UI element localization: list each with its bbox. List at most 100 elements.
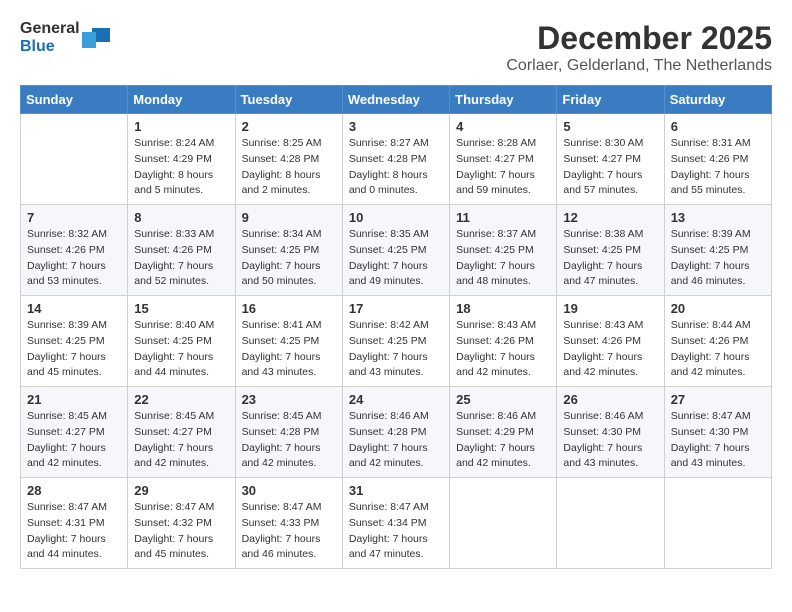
day-number: 2 xyxy=(242,119,336,134)
calendar-week-row: 14 Sunrise: 8:39 AMSunset: 4:25 PMDayligh… xyxy=(21,296,772,387)
calendar-week-row: 21 Sunrise: 8:45 AMSunset: 4:27 PMDayligh… xyxy=(21,387,772,478)
day-number: 5 xyxy=(563,119,657,134)
logo: General Blue xyxy=(20,20,110,56)
day-info: Sunrise: 8:45 AMSunset: 4:27 PMDaylight:… xyxy=(134,409,228,472)
calendar-cell: 2Sunrise: 8:25 AMSunset: 4:28 PMDaylight… xyxy=(235,114,342,205)
page-subtitle: Corlaer, Gelderland, The Netherlands xyxy=(506,57,772,75)
calendar-cell: 24 Sunrise: 8:46 AMSunset: 4:28 PMDayligh… xyxy=(342,387,449,478)
calendar-cell: 5 Sunrise: 8:30 AMSunset: 4:27 PMDaylight… xyxy=(557,114,664,205)
day-info: Sunrise: 8:28 AMSunset: 4:27 PMDaylight:… xyxy=(456,136,550,199)
calendar-cell: 3 Sunrise: 8:27 AMSunset: 4:28 PMDaylight… xyxy=(342,114,449,205)
day-info: Sunrise: 8:39 AMSunset: 4:25 PMDaylight:… xyxy=(671,227,765,290)
calendar-cell: 13 Sunrise: 8:39 AMSunset: 4:25 PMDayligh… xyxy=(664,205,771,296)
day-number: 4 xyxy=(456,119,550,134)
calendar-header-row: SundayMondayTuesdayWednesdayThursdayFrid… xyxy=(21,86,772,114)
day-info: Sunrise: 8:45 AMSunset: 4:28 PMDaylight:… xyxy=(242,409,336,472)
calendar-day-header: Tuesday xyxy=(235,86,342,114)
calendar-cell xyxy=(664,478,771,569)
calendar-cell: 21 Sunrise: 8:45 AMSunset: 4:27 PMDayligh… xyxy=(21,387,128,478)
day-number: 22 xyxy=(134,392,228,407)
day-info: Sunrise: 8:33 AMSunset: 4:26 PMDaylight:… xyxy=(134,227,228,290)
calendar-cell: 19 Sunrise: 8:43 AMSunset: 4:26 PMDayligh… xyxy=(557,296,664,387)
day-info: Sunrise: 8:38 AMSunset: 4:25 PMDaylight:… xyxy=(563,227,657,290)
day-info: Sunrise: 8:46 AMSunset: 4:28 PMDaylight:… xyxy=(349,409,443,472)
calendar-day-header: Friday xyxy=(557,86,664,114)
calendar-cell xyxy=(21,114,128,205)
day-info: Sunrise: 8:31 AMSunset: 4:26 PMDaylight:… xyxy=(671,136,765,199)
calendar-cell: 11Sunrise: 8:37 AMSunset: 4:25 PMDayligh… xyxy=(450,205,557,296)
day-number: 28 xyxy=(27,483,121,498)
calendar-week-row: 7Sunrise: 8:32 AMSunset: 4:26 PMDaylight… xyxy=(21,205,772,296)
day-info: Sunrise: 8:46 AMSunset: 4:29 PMDaylight:… xyxy=(456,409,550,472)
day-info: Sunrise: 8:27 AMSunset: 4:28 PMDaylight:… xyxy=(349,136,443,199)
day-info: Sunrise: 8:47 AMSunset: 4:31 PMDaylight:… xyxy=(27,500,121,563)
calendar-week-row: 28 Sunrise: 8:47 AMSunset: 4:31 PMDayligh… xyxy=(21,478,772,569)
day-number: 24 xyxy=(349,392,443,407)
calendar-cell: 7Sunrise: 8:32 AMSunset: 4:26 PMDaylight… xyxy=(21,205,128,296)
calendar-day-header: Thursday xyxy=(450,86,557,114)
calendar-cell: 12 Sunrise: 8:38 AMSunset: 4:25 PMDayligh… xyxy=(557,205,664,296)
day-number: 21 xyxy=(27,392,121,407)
calendar-cell: 6 Sunrise: 8:31 AMSunset: 4:26 PMDaylight… xyxy=(664,114,771,205)
calendar-cell: 15Sunrise: 8:40 AMSunset: 4:25 PMDayligh… xyxy=(128,296,235,387)
calendar-cell: 31Sunrise: 8:47 AMSunset: 4:34 PMDayligh… xyxy=(342,478,449,569)
day-number: 9 xyxy=(242,210,336,225)
day-number: 13 xyxy=(671,210,765,225)
day-info: Sunrise: 8:41 AMSunset: 4:25 PMDaylight:… xyxy=(242,318,336,381)
calendar-table: SundayMondayTuesdayWednesdayThursdayFrid… xyxy=(20,85,772,569)
day-number: 16 xyxy=(242,301,336,316)
calendar-cell: 1 Sunrise: 8:24 AMSunset: 4:29 PMDaylight… xyxy=(128,114,235,205)
logo-icon xyxy=(82,24,110,52)
calendar-week-row: 1 Sunrise: 8:24 AMSunset: 4:29 PMDaylight… xyxy=(21,114,772,205)
day-info: Sunrise: 8:43 AMSunset: 4:26 PMDaylight:… xyxy=(456,318,550,381)
day-number: 6 xyxy=(671,119,765,134)
day-info: Sunrise: 8:30 AMSunset: 4:27 PMDaylight:… xyxy=(563,136,657,199)
day-number: 14 xyxy=(27,301,121,316)
calendar-cell: 9Sunrise: 8:34 AMSunset: 4:25 PMDaylight… xyxy=(235,205,342,296)
day-number: 19 xyxy=(563,301,657,316)
day-number: 17 xyxy=(349,301,443,316)
calendar-cell: 17Sunrise: 8:42 AMSunset: 4:25 PMDayligh… xyxy=(342,296,449,387)
day-number: 8 xyxy=(134,210,228,225)
calendar-cell: 16 Sunrise: 8:41 AMSunset: 4:25 PMDayligh… xyxy=(235,296,342,387)
calendar-cell: 26Sunrise: 8:46 AMSunset: 4:30 PMDayligh… xyxy=(557,387,664,478)
calendar-cell: 23Sunrise: 8:45 AMSunset: 4:28 PMDayligh… xyxy=(235,387,342,478)
day-number: 18 xyxy=(456,301,550,316)
day-number: 20 xyxy=(671,301,765,316)
day-info: Sunrise: 8:37 AMSunset: 4:25 PMDaylight:… xyxy=(456,227,550,290)
calendar-cell: 8 Sunrise: 8:33 AMSunset: 4:26 PMDaylight… xyxy=(128,205,235,296)
page-title: December 2025 xyxy=(506,20,772,57)
day-number: 1 xyxy=(134,119,228,134)
day-number: 3 xyxy=(349,119,443,134)
day-number: 7 xyxy=(27,210,121,225)
day-info: Sunrise: 8:35 AMSunset: 4:25 PMDaylight:… xyxy=(349,227,443,290)
calendar-cell xyxy=(450,478,557,569)
day-info: Sunrise: 8:47 AMSunset: 4:33 PMDaylight:… xyxy=(242,500,336,563)
day-number: 30 xyxy=(242,483,336,498)
calendar-cell: 27Sunrise: 8:47 AMSunset: 4:30 PMDayligh… xyxy=(664,387,771,478)
day-number: 25 xyxy=(456,392,550,407)
day-info: Sunrise: 8:45 AMSunset: 4:27 PMDaylight:… xyxy=(27,409,121,472)
day-info: Sunrise: 8:39 AMSunset: 4:25 PMDaylight:… xyxy=(27,318,121,381)
day-info: Sunrise: 8:47 AMSunset: 4:30 PMDaylight:… xyxy=(671,409,765,472)
day-number: 10 xyxy=(349,210,443,225)
day-info: Sunrise: 8:24 AMSunset: 4:29 PMDaylight:… xyxy=(134,136,228,199)
calendar-cell: 10 Sunrise: 8:35 AMSunset: 4:25 PMDayligh… xyxy=(342,205,449,296)
day-info: Sunrise: 8:43 AMSunset: 4:26 PMDaylight:… xyxy=(563,318,657,381)
header: General Blue December 2025 Corlaer, Geld… xyxy=(20,20,772,75)
calendar-cell xyxy=(557,478,664,569)
logo-blue-text: Blue xyxy=(20,38,55,55)
day-info: Sunrise: 8:44 AMSunset: 4:26 PMDaylight:… xyxy=(671,318,765,381)
day-info: Sunrise: 8:47 AMSunset: 4:32 PMDaylight:… xyxy=(134,500,228,563)
calendar-cell: 29Sunrise: 8:47 AMSunset: 4:32 PMDayligh… xyxy=(128,478,235,569)
calendar-cell: 20 Sunrise: 8:44 AMSunset: 4:26 PMDayligh… xyxy=(664,296,771,387)
calendar-day-header: Wednesday xyxy=(342,86,449,114)
calendar-cell: 28 Sunrise: 8:47 AMSunset: 4:31 PMDayligh… xyxy=(21,478,128,569)
title-area: December 2025 Corlaer, Gelderland, The N… xyxy=(506,20,772,75)
logo-general-text: General xyxy=(20,20,80,37)
calendar-cell: 18 Sunrise: 8:43 AMSunset: 4:26 PMDayligh… xyxy=(450,296,557,387)
day-number: 12 xyxy=(563,210,657,225)
day-info: Sunrise: 8:47 AMSunset: 4:34 PMDaylight:… xyxy=(349,500,443,563)
calendar-cell: 30 Sunrise: 8:47 AMSunset: 4:33 PMDayligh… xyxy=(235,478,342,569)
calendar-cell: 22 Sunrise: 8:45 AMSunset: 4:27 PMDayligh… xyxy=(128,387,235,478)
